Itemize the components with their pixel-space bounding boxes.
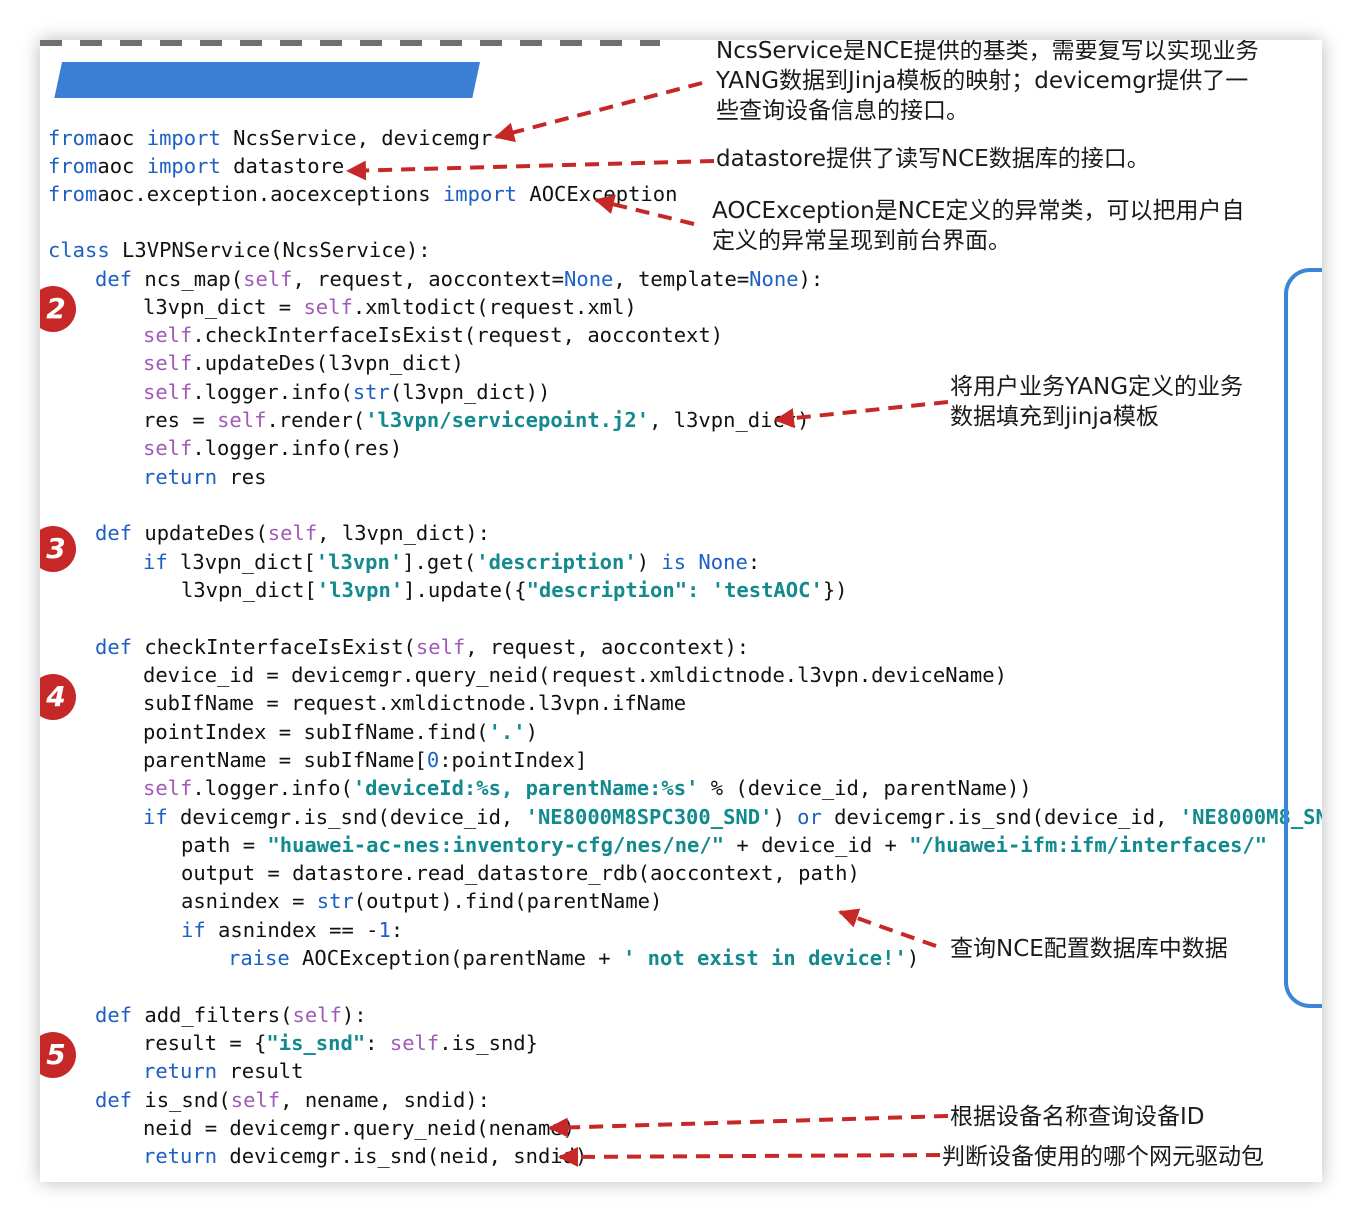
note-aocexception-line2: 定义的异常呈现到前台界面。 (712, 228, 1011, 254)
arrow-ncsservice (494, 81, 703, 143)
note-datastore: datastore提供了读写NCE数据库的接口。 (714, 144, 1152, 174)
note-ncsservice-line2: YANG数据到Jinja模板的映射；devicemgr提供了一 (716, 68, 1249, 94)
note-aocexception: AOCException是NCE定义的异常类，可以把用户自 定义的异常呈现到前台… (710, 196, 1247, 256)
note-ncsservice-line3: 些查询设备信息的接口。 (716, 98, 969, 124)
note-render-line1: 将用户业务YANG定义的业务 (950, 374, 1244, 400)
arrow-aocexception (594, 194, 695, 226)
arrow-render (774, 400, 949, 429)
note-render: 将用户业务YANG定义的业务 数据填充到jinja模板 (948, 372, 1246, 432)
note-is-snd: 判断设备使用的哪个网元驱动包 (940, 1142, 1266, 1172)
arrow-datastore (346, 159, 715, 181)
arrow-query-neid (548, 1114, 949, 1138)
note-query-db: 查询NCE配置数据库中数据 (948, 934, 1230, 964)
arrow-is-snd (558, 1146, 941, 1167)
note-aocexception-line1: AOCException是NCE定义的异常类，可以把用户自 (712, 198, 1245, 224)
note-ncsservice: NcsService是NCE提供的基类，需要复写以实现业务 YANG数据到Jin… (714, 40, 1261, 126)
note-render-line2: 数据填充到jinja模板 (950, 404, 1159, 430)
note-query-neid: 根据设备名称查询设备ID (948, 1102, 1207, 1132)
note-ncsservice-line1: NcsService是NCE提供的基类，需要复写以实现业务 (716, 40, 1259, 64)
arrow-query-db (838, 908, 937, 948)
slide: fromaoc import NcsService, devicemgr from… (40, 40, 1322, 1182)
